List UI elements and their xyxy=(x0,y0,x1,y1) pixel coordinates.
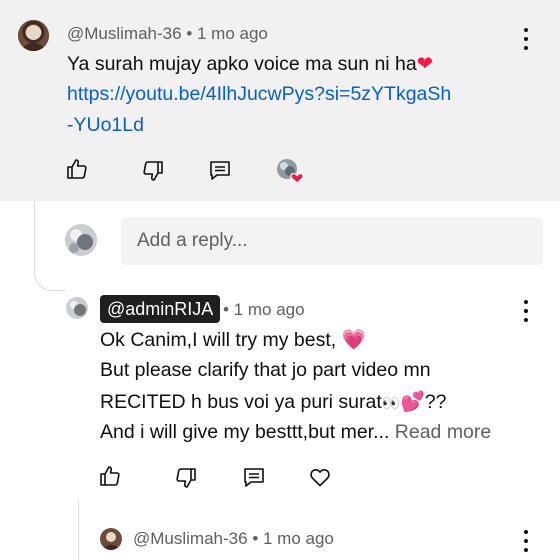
reply-text-line-3: RECITED h bus voi ya puri surat👀💕?? xyxy=(100,386,446,419)
thread-line xyxy=(78,500,79,560)
like-icon[interactable] xyxy=(98,464,122,488)
next-reply-more-icon[interactable] xyxy=(522,530,530,552)
reply-author-chip[interactable]: @adminRIJA xyxy=(100,295,221,323)
current-user-avatar xyxy=(65,224,97,256)
thread-line xyxy=(34,201,65,291)
next-reply-time[interactable]: 1 mo ago xyxy=(263,529,334,548)
reply-time[interactable]: 1 mo ago xyxy=(234,300,305,319)
heart-icon[interactable] xyxy=(308,465,332,489)
reply-text: And i will give my besttt,but mer... xyxy=(100,421,390,443)
reply-author-avatar[interactable] xyxy=(66,297,88,319)
reply-icon[interactable] xyxy=(208,158,232,182)
reply-input[interactable]: Add a reply... xyxy=(121,217,543,265)
two-hearts-emoji: 💕 xyxy=(400,390,425,413)
meta-separator: • xyxy=(223,300,229,319)
reply-more-icon[interactable] xyxy=(522,300,530,322)
next-reply-author[interactable]: @Muslimah-36 xyxy=(133,529,248,548)
meta-separator: • xyxy=(186,24,193,43)
reply-text-line-4: And i will give my besttt,but mer... Rea… xyxy=(100,417,491,448)
meta-separator: • xyxy=(252,529,259,548)
eyes-emoji: 👀 xyxy=(381,394,401,412)
next-reply-meta: @Muslimah-36 • 1 mo ago xyxy=(133,529,334,549)
comment-text: Ya surah mujay apko voice ma sun ni ha xyxy=(67,53,417,75)
reply-input-placeholder: Add a reply... xyxy=(137,230,248,251)
comment-text-line-1: Ya surah mujay apko voice ma sun ni ha❤ xyxy=(67,48,433,80)
read-more-link[interactable]: Read more xyxy=(395,421,491,443)
pink-heart-emoji: 💗 xyxy=(341,328,366,351)
comment-link-line-1[interactable]: https://youtu.be/4IlhJucwPys?si=5zYTkgaS… xyxy=(67,79,451,110)
reply-icon[interactable] xyxy=(242,465,266,489)
next-reply-author-avatar[interactable] xyxy=(100,528,122,550)
reply-text-line-2: But please clarify that jo part video mn xyxy=(100,359,431,381)
reply-text: ?? xyxy=(424,391,447,413)
dislike-icon[interactable] xyxy=(174,466,198,490)
reply-meta: • 1 mo ago xyxy=(223,300,305,320)
comment-link-line-2[interactable]: -YUo1Ld xyxy=(67,110,144,141)
comment-author[interactable]: @Muslimah-36 xyxy=(67,24,182,43)
dislike-icon[interactable] xyxy=(141,159,165,183)
comment-time[interactable]: 1 mo ago xyxy=(197,24,268,43)
creator-heart-icon[interactable] xyxy=(276,158,304,184)
like-icon[interactable] xyxy=(65,157,89,181)
red-heart-emoji: ❤ xyxy=(416,52,434,75)
reply-text-line-1: Ok Canim,I will try my best, 💗 xyxy=(100,324,366,356)
reply-text: Ok Canim,I will try my best, xyxy=(100,329,337,351)
comment-more-icon[interactable] xyxy=(522,28,530,50)
reply-text: RECITED h bus voi ya puri surat xyxy=(100,391,382,413)
comment-meta: @Muslimah-36 • 1 mo ago xyxy=(67,24,268,44)
avatar-image xyxy=(18,20,49,51)
comment-author-avatar[interactable] xyxy=(18,20,49,51)
